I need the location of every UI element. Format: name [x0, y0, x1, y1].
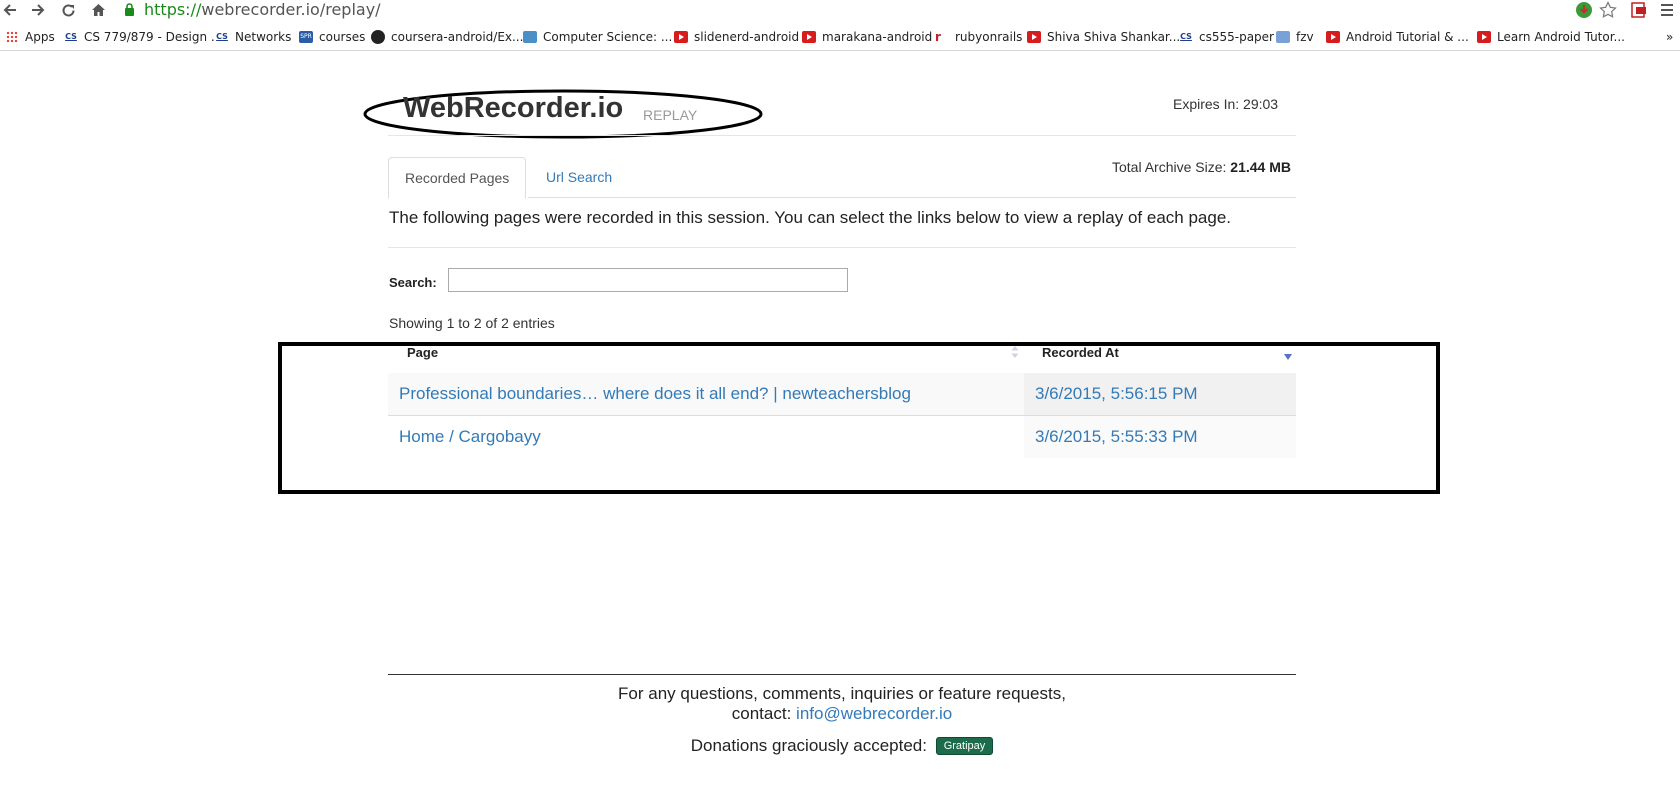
bookmark-label: Android Tutorial & ... [1346, 30, 1469, 44]
browser-toolbar: https://webrecorder.io/replay/ [0, 0, 1680, 21]
intro-divider [388, 247, 1296, 248]
session-expiry: Expires In: 29:03 [1173, 96, 1279, 112]
bookmark-label: rubyonrails [955, 30, 1023, 44]
url-path: webrecorder.io/replay/ [201, 0, 381, 19]
forward-arrow-icon[interactable] [28, 0, 48, 20]
bookmarks-bar: Apps CS CS 779/879 - Design ... CS Network… [0, 24, 1680, 51]
archive-size-value: 21.44 MB [1230, 159, 1291, 175]
contact-email-link[interactable]: info@webrecorder.io [796, 704, 952, 723]
spr-icon: SPR [299, 31, 313, 43]
extension-icon[interactable] [1575, 1, 1593, 19]
cs-icon: CS [1179, 31, 1193, 43]
search-label: Search: [389, 275, 437, 290]
intro-text: The following pages were recorded in thi… [389, 208, 1231, 227]
youtube-icon [1027, 31, 1041, 43]
bookmark-learn-android[interactable]: Learn Android Tutor... [1477, 28, 1625, 46]
bookmark-apps[interactable]: Apps [6, 28, 55, 46]
bookmark-label: courses [319, 30, 366, 44]
bookmark-fzv[interactable]: fzv [1276, 28, 1314, 46]
footer-divider [388, 674, 1296, 675]
bookmark-label: Shiva Shiva Shankar... [1047, 30, 1181, 44]
tab-recorded-pages[interactable]: Recorded Pages [388, 157, 527, 199]
address-bar[interactable]: https://webrecorder.io/replay/ [144, 0, 381, 20]
cs-icon: CS [64, 31, 78, 43]
bookmark-star-icon[interactable] [1599, 1, 1617, 19]
brand-subtitle: REPLAY [643, 107, 698, 123]
bookmark-label: coursera-android/Ex... [391, 30, 524, 44]
gratipay-button[interactable]: Gratipay [935, 737, 994, 755]
fzv-icon [1276, 31, 1290, 43]
contact-label: contact: [731, 704, 792, 723]
youtube-icon [1477, 31, 1491, 43]
bookmark-android-tutorial[interactable]: Android Tutorial & ... [1326, 28, 1469, 46]
rails-icon: r [935, 31, 949, 43]
bookmark-shiva[interactable]: Shiva Shiva Shankar... [1027, 28, 1180, 46]
bookmark-label: Learn Android Tutor... [1497, 30, 1625, 44]
youtube-icon [674, 31, 688, 43]
youtube-icon [802, 31, 816, 43]
bookmark-label: Computer Science: ... [543, 30, 673, 44]
archive-size-label: Total Archive Size: [1112, 159, 1227, 175]
cs-icon: CS [215, 31, 229, 43]
highlight-rectangle [278, 342, 1440, 494]
url-scheme: https:// [144, 0, 202, 19]
bookmark-label: marakana-android [822, 30, 933, 44]
bookmark-courses[interactable]: SPR courses [299, 28, 365, 46]
bookmark-marakana-android[interactable]: marakana-android [802, 28, 932, 46]
page-icon [523, 31, 537, 43]
bookmark-slidenerd-android[interactable]: slidenerd-android [674, 28, 799, 46]
site-brand[interactable]: WebRecorder.io [403, 92, 623, 125]
entries-count: Showing 1 to 2 of 2 entries [389, 315, 555, 331]
search-input[interactable] [448, 268, 848, 292]
archive-size: Total Archive Size: 21.44 MB [1112, 159, 1291, 175]
bookmark-coursera-android[interactable]: coursera-android/Ex... [371, 28, 523, 46]
apps-grid-icon [6, 31, 18, 43]
pdf-extension-icon[interactable] [1630, 1, 1648, 19]
footer-text: For any questions, comments, inquiries o… [618, 684, 1066, 703]
bookmark-cs779[interactable]: CS CS 779/879 - Design ... [64, 28, 222, 46]
reload-icon[interactable] [58, 0, 78, 20]
tab-url-search[interactable]: Url Search [530, 157, 628, 197]
menu-icon[interactable] [1658, 1, 1676, 19]
back-arrow-icon[interactable] [0, 0, 20, 20]
youtube-icon [1326, 31, 1340, 43]
bookmark-label: CS 779/879 - Design ... [84, 30, 223, 44]
header-divider [388, 135, 1296, 136]
tab-bar-divider [528, 197, 1296, 198]
donations-text: Donations graciously accepted: [690, 736, 927, 755]
footer-donations: Donations graciously accepted: Gratipay [388, 736, 1296, 756]
bookmark-networks[interactable]: CS Networks [215, 28, 291, 46]
bookmarks-overflow-chevron[interactable]: » [1666, 28, 1673, 46]
footer-contact: contact: info@webrecorder.io [388, 704, 1296, 724]
bookmark-computer-science[interactable]: Computer Science: ... [523, 28, 672, 46]
bookmark-cs555-paper[interactable]: CS cs555-paper [1179, 28, 1274, 46]
bookmark-label: slidenerd-android [694, 30, 800, 44]
bookmark-label: Networks [235, 30, 292, 44]
github-icon [371, 30, 385, 44]
home-icon[interactable] [88, 0, 108, 20]
bookmark-label: cs555-paper [1199, 30, 1274, 44]
lock-icon [125, 3, 134, 16]
bookmark-rubyonrails[interactable]: r rubyonrails [935, 28, 1022, 46]
bookmark-label: fzv [1296, 30, 1314, 44]
bookmark-label: Apps [25, 30, 55, 44]
